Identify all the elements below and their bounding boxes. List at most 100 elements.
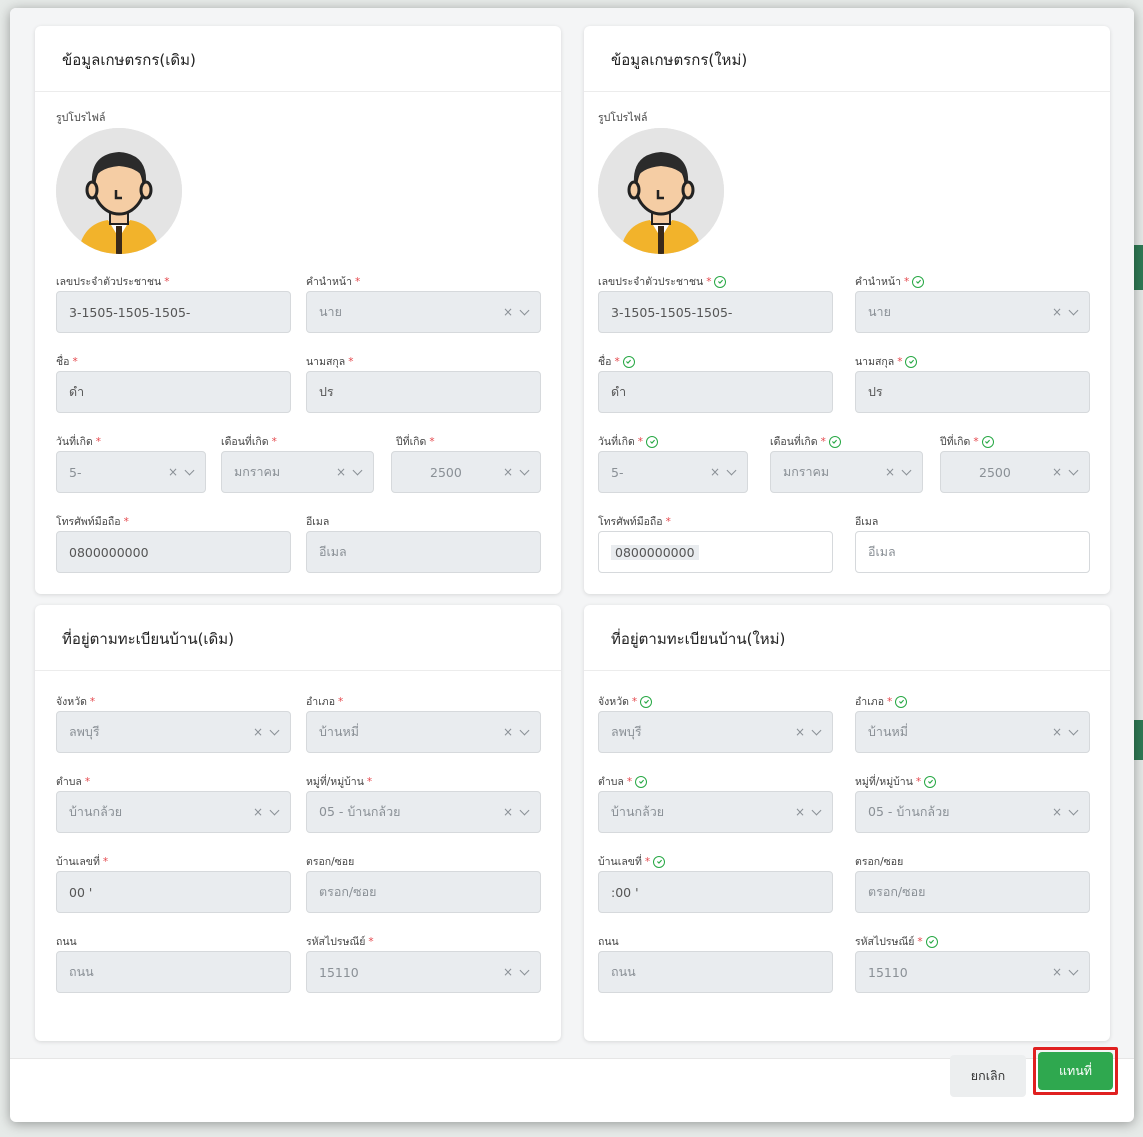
postal-code-select[interactable]: 15110 × [855, 951, 1090, 993]
last-name-field[interactable]: ปร [306, 371, 541, 413]
chevron-down-icon[interactable] [519, 305, 530, 315]
postal-code-label: รหัสไปรษณีย์ * [306, 935, 374, 949]
district-select[interactable]: บ้านหมี่ × [306, 711, 541, 753]
clear-x-icon[interactable]: × [1052, 305, 1062, 319]
prefix-select[interactable]: นาย × [855, 291, 1090, 333]
last-name-field[interactable]: ปร [855, 371, 1090, 413]
prefix-select[interactable]: นาย × [306, 291, 541, 333]
province-select[interactable]: ลพบุรี × [56, 711, 291, 753]
birth-day-label: วันที่เกิด * [56, 435, 102, 449]
check-circle-icon [895, 695, 908, 708]
district-select[interactable]: บ้านหมี่ × [855, 711, 1090, 753]
chevron-down-icon[interactable] [901, 465, 912, 475]
clear-x-icon[interactable]: × [710, 465, 720, 479]
clear-x-icon[interactable]: × [1052, 965, 1062, 979]
chevron-down-icon[interactable] [1068, 465, 1079, 475]
mobile-phone-label: โทรศัพท์มือถือ * [598, 515, 671, 529]
house-number-field[interactable]: :00 ' [598, 871, 833, 913]
check-circle-icon [981, 435, 994, 448]
email-label: อีเมล [306, 516, 330, 528]
email-field[interactable]: อีเมล [855, 531, 1090, 573]
clear-x-icon[interactable]: × [503, 305, 513, 319]
last-name-label: นามสกุล * [855, 353, 918, 370]
mobile-phone-field[interactable]: 0800000000 [598, 531, 833, 573]
birth-month-select[interactable]: มกราคม × [770, 451, 923, 493]
alley-field[interactable]: ตรอก/ซอย [306, 871, 541, 913]
clear-x-icon[interactable]: × [503, 465, 513, 479]
province-label: จังหวัด * [598, 693, 653, 710]
chevron-down-icon[interactable] [269, 805, 280, 815]
replace-button[interactable]: แทนที่ [1038, 1052, 1113, 1090]
chevron-down-icon[interactable] [519, 805, 530, 815]
clear-x-icon[interactable]: × [253, 805, 263, 819]
card-title: ข้อมูลเกษตรกร(ใหม่) [584, 26, 1110, 92]
birth-month-select[interactable]: มกราคม × [221, 451, 374, 493]
first-name-field[interactable]: ดำ [598, 371, 833, 413]
chevron-down-icon[interactable] [811, 725, 822, 735]
clear-x-icon[interactable]: × [1052, 805, 1062, 819]
old-address-card: ที่อยู่ตามทะเบียนบ้าน(เดิม) จังหวัด * ลพบ… [35, 605, 561, 1041]
village-label: หมู่ที่/หมู่บ้าน * [306, 775, 373, 789]
birth-day-label: วันที่เกิด * [598, 433, 659, 450]
clear-x-icon[interactable]: × [336, 465, 346, 479]
village-select[interactable]: 05 - บ้านกล้วย × [306, 791, 541, 833]
clear-x-icon[interactable]: × [503, 725, 513, 739]
new-profile-card: ข้อมูลเกษตรกร(ใหม่) รูปโปรไฟล์ เลขประจำต… [584, 26, 1110, 594]
district-label: อำเภอ * [855, 693, 908, 710]
subdistrict-select[interactable]: บ้านกล้วย × [598, 791, 833, 833]
check-circle-icon [828, 435, 841, 448]
house-number-field[interactable]: 00 ' [56, 871, 291, 913]
clear-x-icon[interactable]: × [253, 725, 263, 739]
check-circle-icon [925, 935, 938, 948]
chevron-down-icon[interactable] [1068, 965, 1079, 975]
birth-year-select[interactable]: 2500 × [391, 451, 541, 493]
check-circle-icon [635, 775, 648, 788]
clear-x-icon[interactable]: × [795, 805, 805, 819]
id-number-field[interactable]: 3-1505-1505-1505- [56, 291, 291, 333]
chevron-down-icon[interactable] [352, 465, 363, 475]
mobile-phone-field[interactable]: 0800000000 [56, 531, 291, 573]
clear-x-icon[interactable]: × [503, 805, 513, 819]
postal-code-select[interactable]: 15110 × [306, 951, 541, 993]
road-field[interactable]: ถนน [56, 951, 291, 993]
id-number-field[interactable]: 3-1505-1505-1505- [598, 291, 833, 333]
chevron-down-icon[interactable] [811, 805, 822, 815]
birth-month-label: เดือนที่เกิด * [770, 433, 841, 450]
mobile-phone-label: โทรศัพท์มือถือ * [56, 515, 129, 529]
backdrop-accent [1133, 720, 1143, 760]
village-select[interactable]: 05 - บ้านกล้วย × [855, 791, 1090, 833]
chevron-down-icon[interactable] [519, 725, 530, 735]
first-name-field[interactable]: ดำ [56, 371, 291, 413]
clear-x-icon[interactable]: × [795, 725, 805, 739]
province-select[interactable]: ลพบุรี × [598, 711, 833, 753]
prefix-label: คำนำหน้า * [855, 273, 925, 290]
road-field[interactable]: ถนน [598, 951, 833, 993]
clear-x-icon[interactable]: × [1052, 465, 1062, 479]
first-name-label: ชื่อ * [598, 353, 635, 370]
birth-day-select[interactable]: 5- × [598, 451, 748, 493]
farmer-avatar-icon [56, 128, 182, 254]
cancel-button[interactable]: ยกเลิก [950, 1055, 1026, 1097]
clear-x-icon[interactable]: × [503, 965, 513, 979]
clear-x-icon[interactable]: × [1052, 725, 1062, 739]
chevron-down-icon[interactable] [519, 965, 530, 975]
chevron-down-icon[interactable] [269, 725, 280, 735]
chevron-down-icon[interactable] [1068, 805, 1079, 815]
card-title: ข้อมูลเกษตรกร(เดิม) [35, 26, 561, 92]
chevron-down-icon[interactable] [726, 465, 737, 475]
chevron-down-icon[interactable] [1068, 305, 1079, 315]
chevron-down-icon[interactable] [519, 465, 530, 475]
email-field[interactable]: อีเมล [306, 531, 541, 573]
birth-day-select[interactable]: 5- × [56, 451, 206, 493]
subdistrict-select[interactable]: บ้านกล้วย × [56, 791, 291, 833]
chevron-down-icon[interactable] [1068, 725, 1079, 735]
birth-year-select[interactable]: 2500 × [940, 451, 1090, 493]
chevron-down-icon[interactable] [184, 465, 195, 475]
birth-month-label: เดือนที่เกิด * [221, 435, 277, 449]
clear-x-icon[interactable]: × [168, 465, 178, 479]
check-circle-icon [646, 435, 659, 448]
clear-x-icon[interactable]: × [885, 465, 895, 479]
replace-farmer-modal: ข้อมูลเกษตรกร(เดิม) รูปโปรไฟล์ เลขประจำต… [10, 8, 1134, 1122]
alley-field[interactable]: ตรอก/ซอย [855, 871, 1090, 913]
birth-year-label: ปีที่เกิด * [396, 435, 435, 449]
